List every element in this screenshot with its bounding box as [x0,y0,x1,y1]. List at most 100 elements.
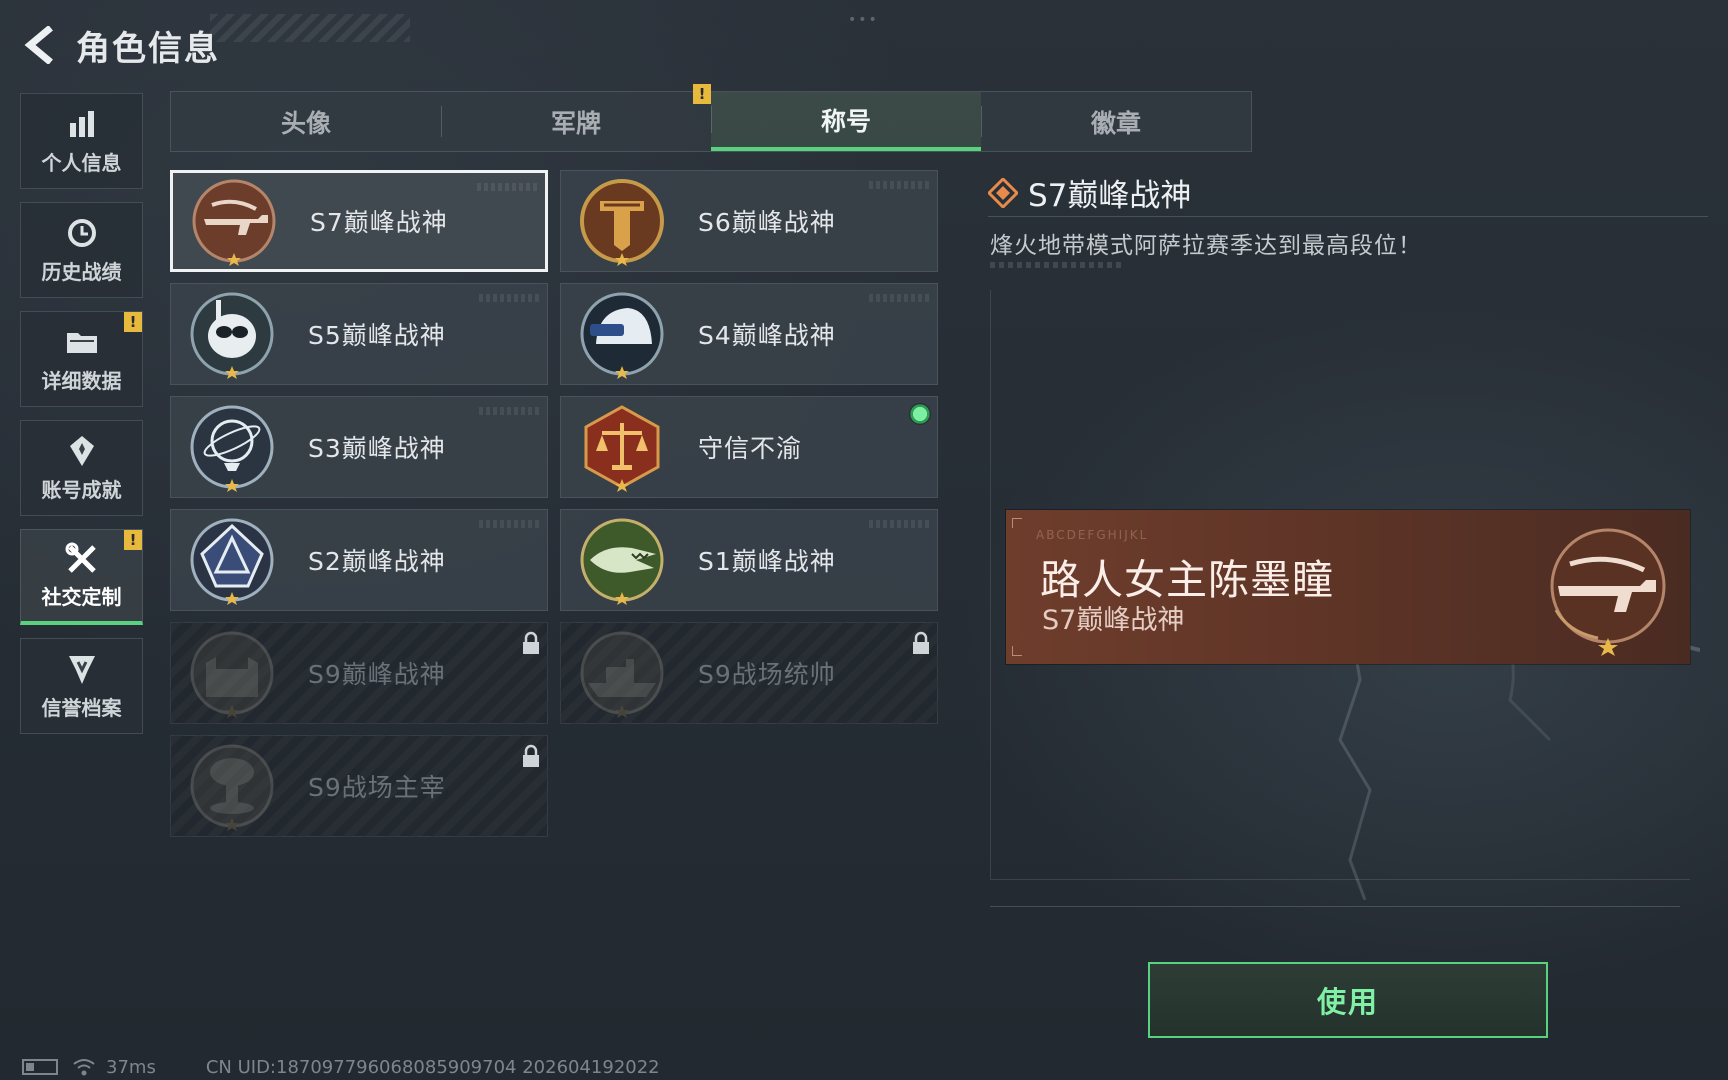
history-icon [67,218,96,247]
folder-icon [66,332,97,353]
detail-title-name: S7巅峰战神 [1028,178,1192,214]
title-name: S1巅峰战神 [698,547,836,576]
shield-badge-icon [68,655,95,684]
tab-bar: 头像 军牌 ! 称号 徽章 [170,84,1252,152]
rifle-emblem-icon [1550,528,1666,656]
lock-icon [523,631,539,654]
helmet-emblem-icon [580,292,664,379]
card-decoration [869,520,929,528]
title-card-s6[interactable]: S6巅峰战神 [560,170,938,272]
lock-icon [523,744,539,767]
title-name: 守信不渝 [698,434,803,463]
equipped-indicator [909,403,931,425]
tab-label: 军牌 [550,108,601,138]
tab-badge[interactable]: 徽章 [981,92,1251,151]
tab-dogtag[interactable]: 军牌 [441,92,711,151]
status-bar: 37ms CN UID:18709779606808590970​4 20260… [22,1054,660,1080]
nameplate-code: ABCDEFGHIJKL [1036,528,1149,542]
tab-label: 称号 [820,106,871,136]
card-decoration [869,181,929,189]
ping-text: 37ms [106,1056,156,1078]
card-decoration [479,520,539,528]
sidebar-item-label: 个人信息 [41,150,122,175]
title-name: S9巅峰战神 [308,660,446,689]
medal-icon [69,435,94,466]
crocodile-emblem-icon [580,518,664,605]
alert-badge: ! [693,84,711,104]
description-decoration [990,262,1125,268]
title-name: S4巅峰战神 [698,321,836,350]
wifi-icon [73,1059,95,1076]
sidebar: 个人信息 历史战绩 详细数据 ! 账号成就 社交定制 ! 信誉档案 [20,93,143,747]
sidebar-item-personal-info[interactable]: 个人信息 [20,93,143,189]
title-card-loyalty[interactable]: 守信不渝 [560,396,938,498]
title-card-s9-master-locked[interactable]: S9战场主宰 [170,735,548,837]
page-title: 角色信息 [76,28,220,69]
title-name: S7巅峰战神 [310,208,448,237]
title-card-s2[interactable]: S2巅峰战神 [170,509,548,611]
title-name: S2巅峰战神 [308,547,446,576]
sidebar-item-label: 详细数据 [41,368,122,393]
sidebar-item-social-custom[interactable]: 社交定制 ! [20,529,143,625]
warship-emblem-icon [580,631,664,718]
sidebar-item-detailed-data[interactable]: 详细数据 ! [20,311,143,407]
alert-badge: ! [124,312,142,332]
lock-icon [913,631,929,654]
sidebar-item-achievements[interactable]: 账号成就 [20,420,143,516]
globe-emblem-icon [190,405,274,492]
scales-emblem-icon [584,405,660,492]
player-name: 路人女主陈墨瞳 [1040,556,1334,604]
sidebar-item-label: 社交定制 [41,585,122,609]
fortress-emblem-icon [190,631,274,718]
use-button-label: 使用 [1316,985,1379,1019]
title-decoration [210,14,410,42]
card-decoration [477,183,537,191]
player-title: S7巅峰战神 [1042,605,1185,636]
tab-label: 头像 [280,108,331,138]
title-name: S9战场主宰 [308,773,446,802]
sidebar-item-credit-profile[interactable]: 信誉档案 [20,638,143,734]
title-card-s3[interactable]: S3巅峰战神 [170,396,548,498]
sidebar-item-label: 信誉档案 [41,695,122,720]
bar-chart-icon [69,110,94,137]
detail-header: S7巅峰战神 [988,170,1191,215]
back-arrow-icon [24,26,53,64]
uid-text: CN UID:18709779606808590970​4 2026041920… [205,1056,660,1078]
card-decoration [479,407,539,415]
divider [990,906,1680,907]
title-name: S9战场统帅 [698,660,836,689]
corner-bracket [1012,646,1022,656]
divider [988,216,1708,217]
tab-title[interactable]: ! 称号 [693,84,981,151]
title-card-s9-commander-locked[interactable]: S9战场统帅 [560,622,938,724]
battery-icon [22,1059,58,1075]
title-name: S5巅峰战神 [308,321,446,350]
triangle-emblem-icon [190,518,274,605]
title-card-s7[interactable]: S7巅峰战神 [170,170,548,272]
header: 角色信息 [18,18,220,72]
tools-icon [65,542,96,573]
title-name: S6巅峰战神 [698,208,836,237]
rifle-emblem-icon [192,179,276,266]
corner-bracket [1012,518,1022,528]
use-button[interactable]: 使用 [1148,962,1548,1038]
title-card-s1[interactable]: S1巅峰战神 [560,509,938,611]
back-button[interactable] [18,23,62,67]
tab-avatar[interactable]: 头像 [171,92,441,151]
sidebar-item-history[interactable]: 历史战绩 [20,202,143,298]
title-card-s9-locked[interactable]: S9巅峰战神 [170,622,548,724]
t-shield-emblem-icon [580,179,664,266]
top-decoration: ••• [848,12,879,28]
title-card-s5[interactable]: S5巅峰战神 [170,283,548,385]
title-name: S3巅峰战神 [308,434,446,463]
card-decoration [479,294,539,302]
sidebar-item-label: 历史战绩 [41,259,122,284]
sidebar-item-label: 账号成就 [41,477,122,502]
detail-description: 烽火地带模式阿萨拉赛季达到最高段位！ [990,233,1422,259]
diamond-icon [988,177,1018,208]
alert-badge: ! [124,530,142,550]
diver-skull-emblem-icon [190,292,274,379]
mushroom-cloud-emblem-icon [190,744,274,831]
card-decoration [869,294,929,302]
title-card-s4[interactable]: S4巅峰战神 [560,283,938,385]
